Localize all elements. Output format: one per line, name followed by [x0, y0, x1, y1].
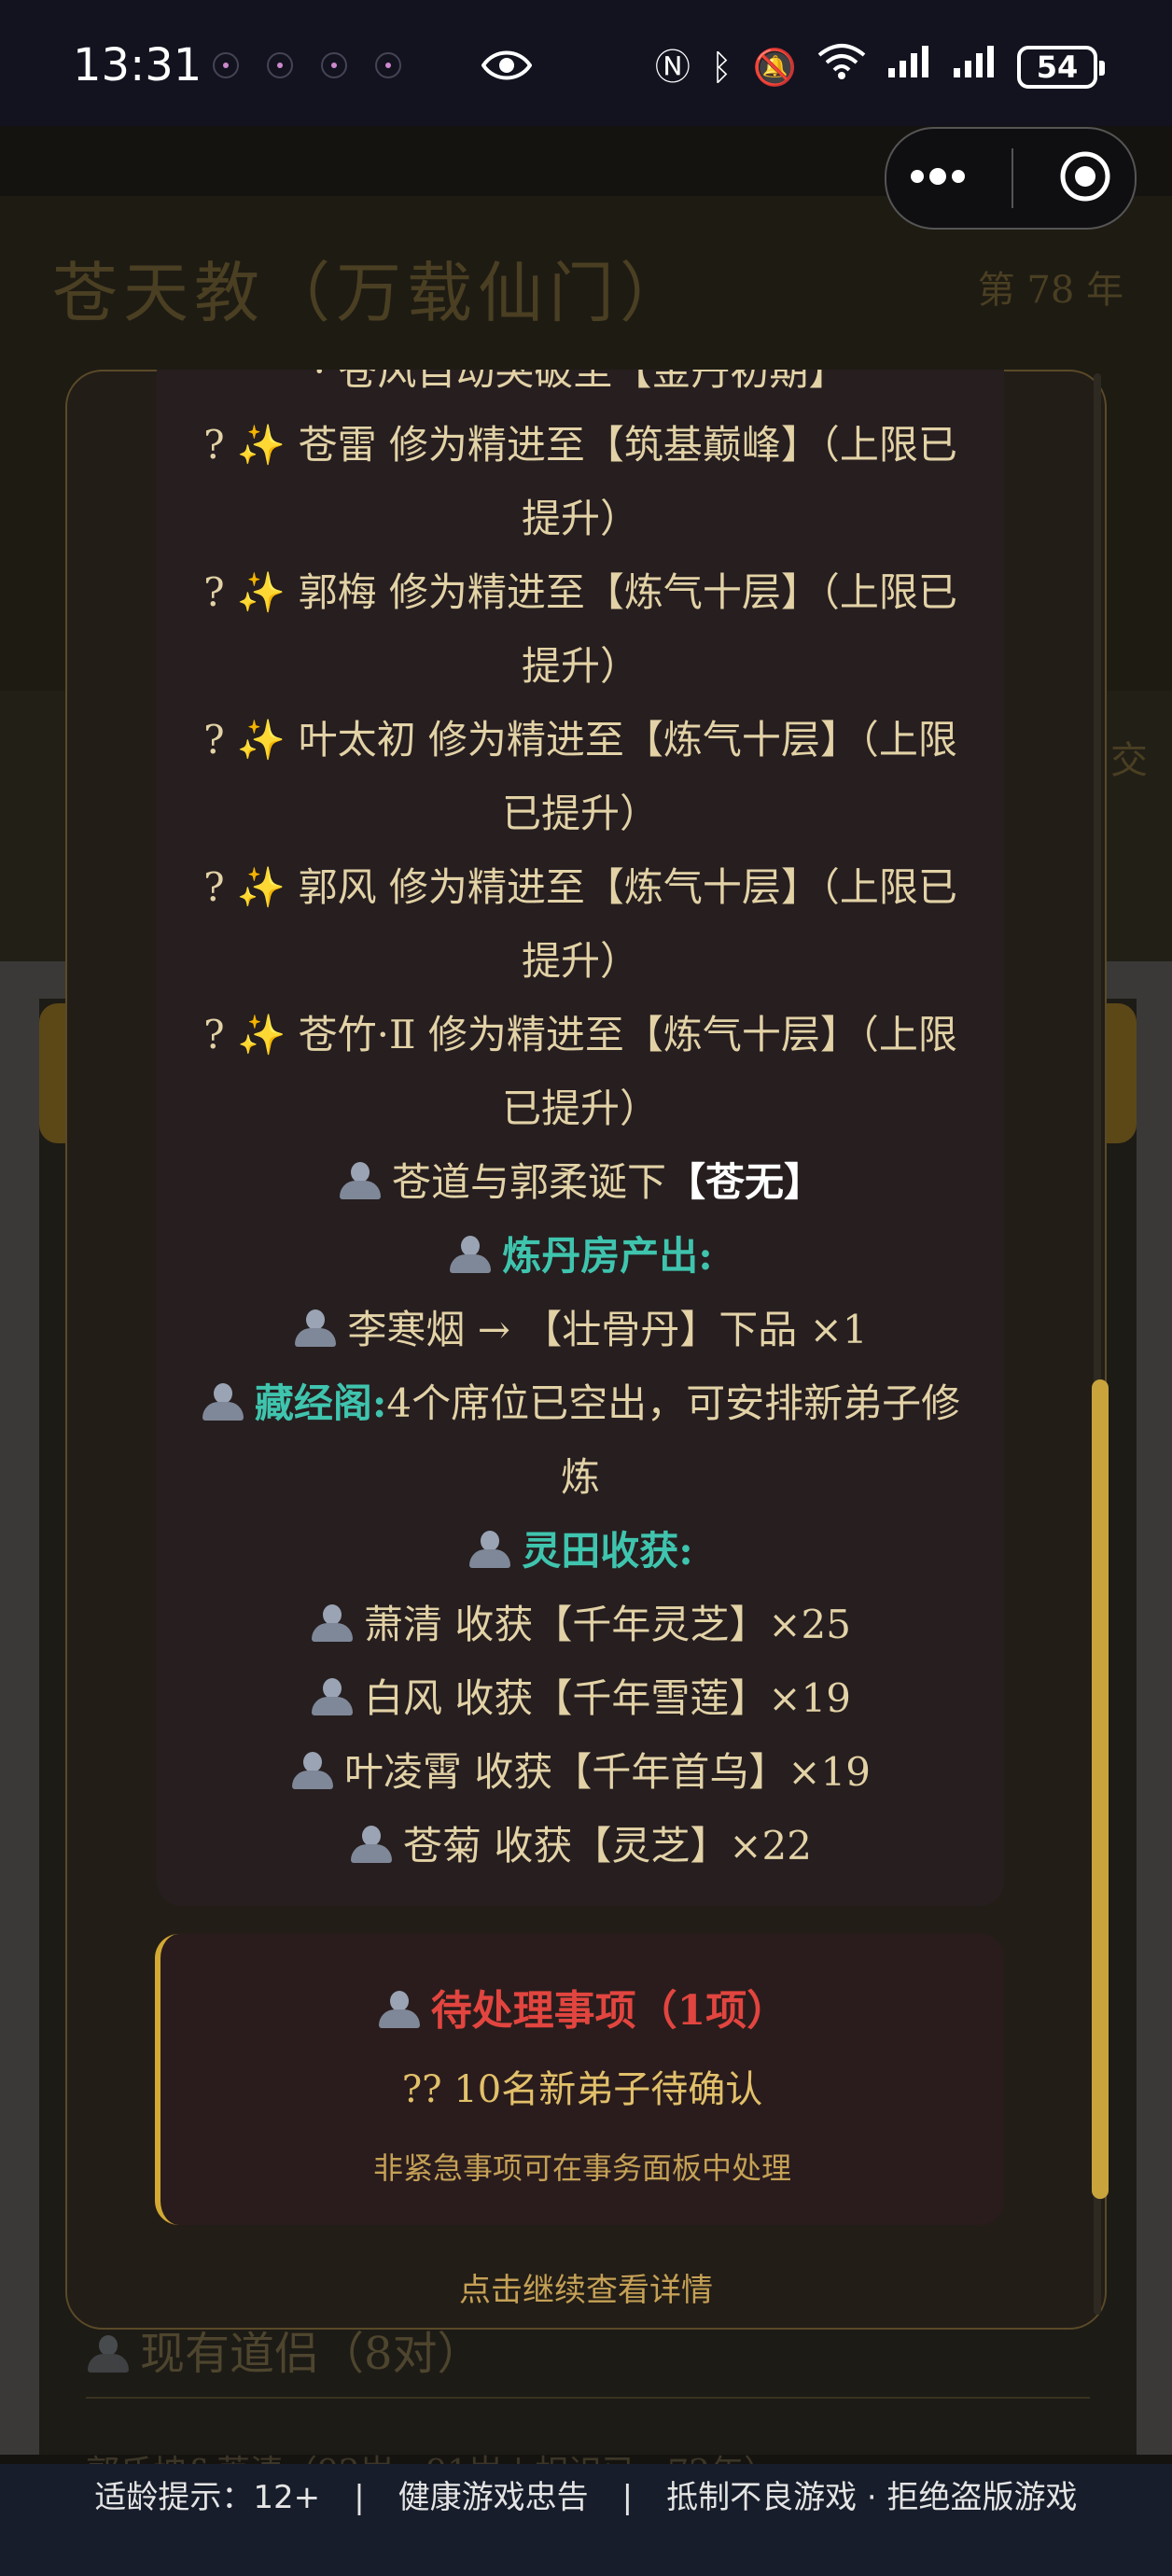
log-entry: 藏经阁:4个席位已空出，可安排新弟子修炼	[157, 1366, 1004, 1514]
signal-icon	[952, 41, 997, 93]
log-entry: 萧清 收获【千年灵芝】×25	[157, 1588, 1004, 1661]
log-entry-text: 李寒烟 → 【壮骨丹】下品 ×1	[347, 1307, 868, 1352]
eye-icon	[481, 47, 533, 88]
notification-dot-icon	[267, 52, 293, 78]
log-entry: 李寒烟 → 【壮骨丹】下品 ×1	[157, 1293, 1004, 1366]
continue-link[interactable]: 点击继续查看详情	[65, 2264, 1107, 2310]
person-icon	[377, 1991, 422, 2028]
person-icon	[349, 1826, 394, 1863]
nfc-icon: Ⓝ	[654, 47, 691, 88]
compliance-footer: 适龄提示：12+ | 健康游戏忠告 | 抵制不良游戏 · 拒绝盗版游戏	[0, 2464, 1172, 2576]
notification-dot-icon	[213, 52, 239, 78]
battery-level: 54	[1036, 49, 1079, 85]
anti-piracy: 抵制不良游戏 · 拒绝盗版游戏	[666, 2479, 1078, 2516]
log-entry: 苍菊 收获【灵芝】×22	[157, 1809, 1004, 1883]
log-entry-name: 【苍无】	[666, 1159, 824, 1205]
person-icon	[293, 1309, 338, 1347]
separator: |	[354, 2479, 365, 2516]
miniprogram-capsule	[885, 127, 1137, 230]
separator: |	[621, 2479, 634, 2516]
pending-title: 待处理事项（1项）	[160, 1977, 1004, 2037]
clock: 13:31	[73, 39, 202, 91]
event-log[interactable]: · 苍风自动突破至【金丹初期】 ? ✨ 苍雷 修为精进至【筑基巅峰】（上限已提升）…	[157, 370, 1004, 1906]
age-tip: 适龄提示：12+	[94, 2479, 321, 2516]
divider	[86, 2397, 1090, 2399]
log-entry: 灵田收获:	[157, 1514, 1004, 1588]
person-icon	[338, 1162, 383, 1199]
event-log-list: · 苍风自动突破至【金丹初期】 ? ✨ 苍雷 修为精进至【筑基巅峰】（上限已提升）…	[157, 370, 1004, 1883]
battery-icon: 54	[1017, 46, 1105, 89]
pending-items-card[interactable]: 待处理事项（1项） ?? 10名新弟子待确认 非紧急事项可在事务面板中处理	[155, 1934, 1004, 2225]
log-entry-text: · 苍风自动突破至【金丹初期】	[313, 370, 848, 394]
notification-dot-icon	[321, 52, 347, 78]
log-entry-heading: 灵田收获:	[522, 1528, 693, 1574]
log-entry-text: 4个席位已空出，可安排新弟子修炼	[386, 1380, 961, 1500]
person-icon	[467, 1531, 512, 1568]
person-icon	[201, 1383, 245, 1421]
log-entry-heading: 藏经阁:	[254, 1380, 387, 1426]
status-bar: 13:31 Ⓝ ᛒ 🔕 54	[0, 0, 1172, 126]
log-entry: ? ✨ 郭梅 修为精进至【炼气十层】（上限已提升）	[157, 555, 1004, 703]
person-icon	[448, 1236, 493, 1273]
more-icon[interactable]	[908, 167, 968, 189]
health-advice: 健康游戏忠告	[398, 2479, 589, 2516]
log-entry: ? ✨ 叶太初 修为精进至【炼气十层】（上限已提升）	[157, 703, 1004, 850]
mute-bell-icon: 🔕	[752, 47, 797, 88]
log-entry-text: 萧清 收获【千年灵芝】×25	[364, 1602, 851, 1647]
log-entry-text: 苍菊 收获【灵芝】×22	[403, 1823, 812, 1869]
log-entry: ? ✨ 郭风 修为精进至【炼气十层】（上限已提升）	[157, 850, 1004, 998]
log-entry: ? ✨ 苍雷 修为精进至【筑基巅峰】（上限已提升）	[157, 408, 1004, 555]
log-entry-heading: 炼丹房产出:	[502, 1233, 713, 1279]
log-entry-text: ? ✨ 郭风 修为精进至【炼气十层】（上限已提升）	[203, 864, 957, 984]
notification-dot-icon	[375, 52, 401, 78]
pending-item[interactable]: ?? 10名新弟子待确认	[160, 2059, 1004, 2113]
log-entry: 苍道与郭柔诞下【苍无】	[157, 1145, 1004, 1219]
log-entry-text: ? ✨ 叶太初 修为精进至【炼气十层】（上限已提升）	[203, 717, 957, 836]
capsule-divider	[1011, 148, 1013, 208]
log-entry-text: ? ✨ 苍雷 修为精进至【筑基巅峰】（上限已提升）	[203, 422, 957, 541]
person-icon	[310, 1678, 355, 1715]
log-entry-text: 苍道与郭柔诞下	[391, 1159, 666, 1205]
log-entry: ? ✨ 苍竹·Ⅱ 修为精进至【炼气十层】（上限已提升）	[157, 998, 1004, 1145]
person-icon	[86, 2335, 131, 2373]
log-entry: 叶凌霄 收获【千年首乌】×19	[157, 1735, 1004, 1809]
log-entry-text: 叶凌霄 收获【千年首乌】×19	[344, 1749, 871, 1795]
bluetooth-icon: ᛒ	[710, 47, 732, 88]
person-icon	[290, 1752, 335, 1789]
signal-icon	[886, 41, 931, 93]
log-entry: · 苍风自动突破至【金丹初期】	[157, 370, 1004, 408]
sect-title: 苍天教（万载仙门）	[52, 255, 691, 331]
person-icon	[310, 1604, 355, 1642]
scrollbar-thumb[interactable]	[1092, 1379, 1109, 2199]
close-target-icon[interactable]	[1057, 148, 1113, 208]
background-tab-label: 交	[1110, 739, 1148, 782]
wifi-icon	[817, 41, 866, 93]
pending-note: 非紧急事项可在事务面板中处理	[372, 2150, 791, 2186]
log-entry-text: 白风 收获【千年雪莲】×19	[364, 1675, 851, 1721]
log-entry: 炼丹房产出:	[157, 1219, 1004, 1293]
year-label: 第 78 年	[977, 269, 1123, 312]
log-entry: 白风 收获【千年雪莲】×19	[157, 1661, 1004, 1735]
log-entry-text: ? ✨ 苍竹·Ⅱ 修为精进至【炼气十层】（上限已提升）	[203, 1012, 957, 1131]
log-entry-text: ? ✨ 郭梅 修为精进至【炼气十层】（上限已提升）	[203, 569, 957, 689]
notification-icons	[213, 52, 401, 78]
